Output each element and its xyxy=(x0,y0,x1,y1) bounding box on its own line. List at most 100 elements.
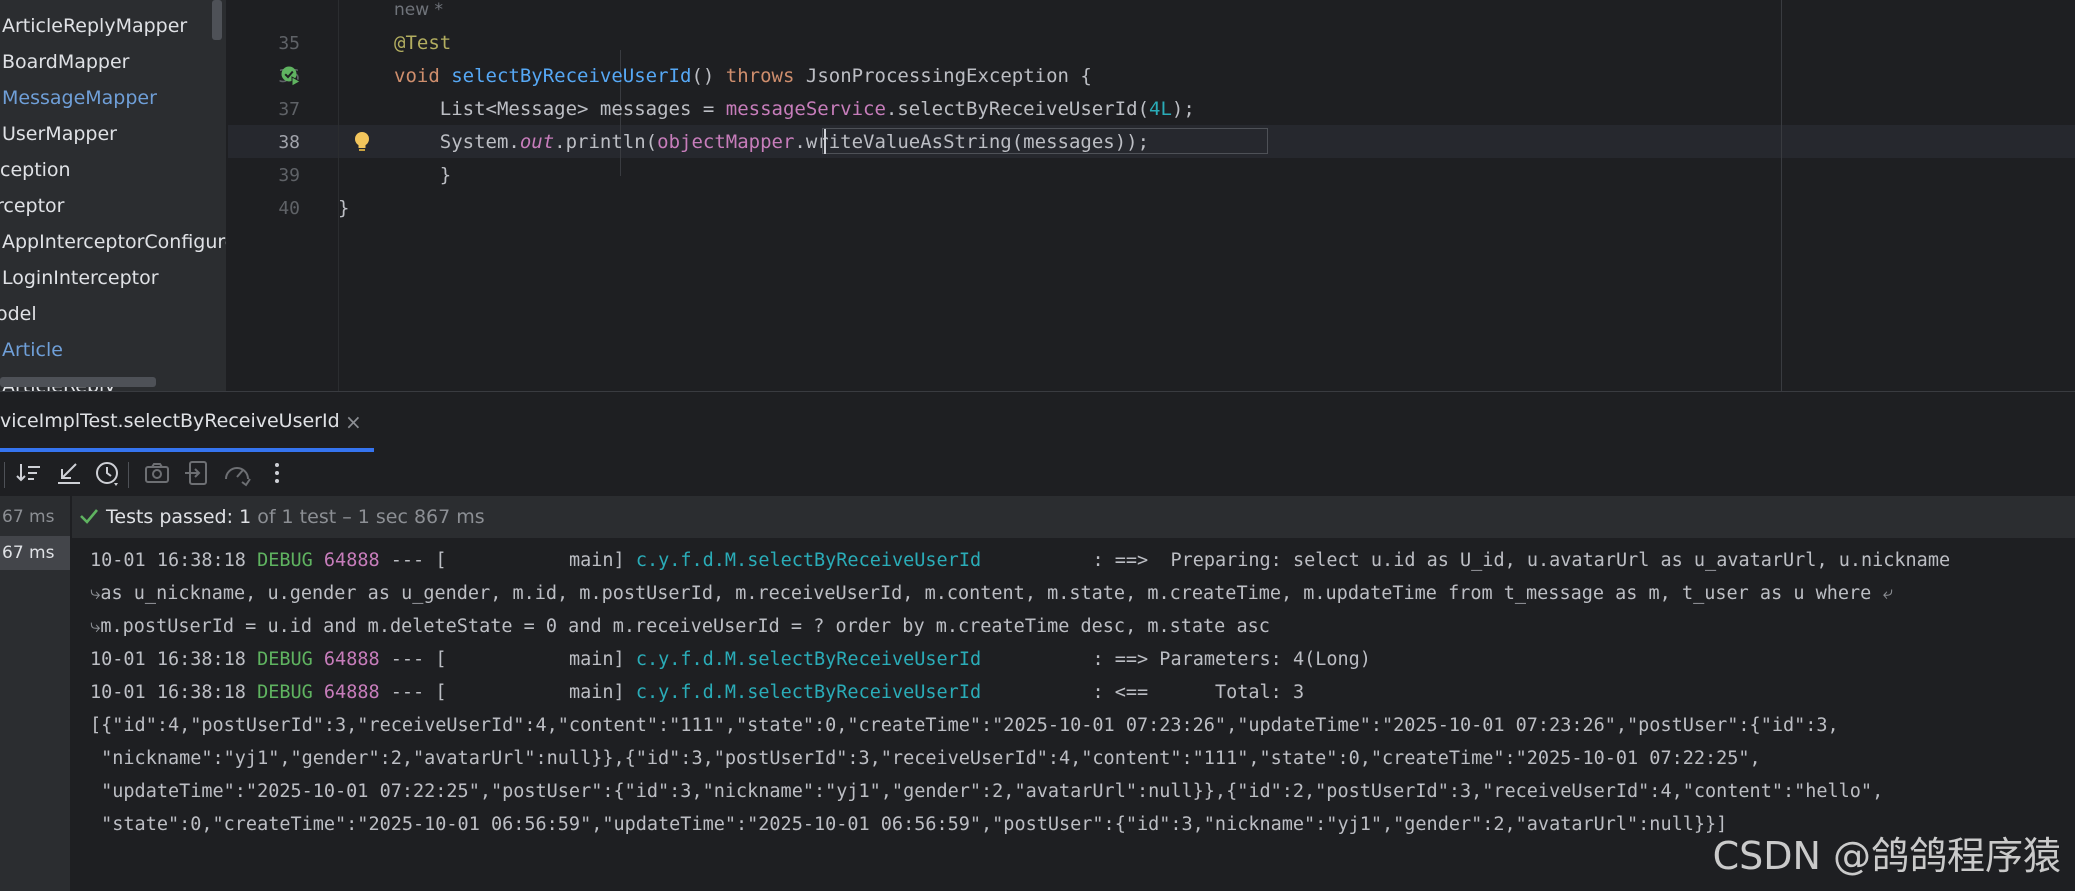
log-timestamp: 10-01 16:38:18 xyxy=(90,682,246,703)
status-label: Tests passed: xyxy=(106,506,234,528)
code-line-35: @Test xyxy=(394,27,451,60)
tree-item-label: ArticleReplyMapper xyxy=(2,15,188,37)
log-thread: --- [ main] xyxy=(379,550,636,571)
more-options-icon[interactable] xyxy=(262,458,292,488)
right-margin-guide xyxy=(1781,0,1782,391)
log-thread: --- [ main] xyxy=(379,649,636,670)
log-message: : ==> Parameters: 4(Long) xyxy=(981,649,1371,670)
import-tests-icon[interactable] xyxy=(54,458,84,488)
json-output-line: [{"id":4,"postUserId":3,"receiveUserId":… xyxy=(90,715,1839,736)
test-duration: 67 ms xyxy=(2,543,55,563)
run-toolbar xyxy=(0,452,2075,496)
tree-item-logininterceptor[interactable]: LoginInterceptor xyxy=(2,260,159,296)
tree-item-label: UserMapper xyxy=(2,123,117,145)
editor-gutter: 35 36 37 38 39 40 xyxy=(228,0,338,391)
code-token: () xyxy=(691,65,715,87)
line-number: 38 xyxy=(278,132,300,153)
code-line-40: } xyxy=(338,192,349,225)
run-test-gutter-icon[interactable] xyxy=(280,65,302,87)
log-pid: 64888 xyxy=(323,649,380,670)
usage-hint: new * xyxy=(394,0,444,20)
tree-item-label: rceptor xyxy=(0,195,65,217)
camera-icon[interactable] xyxy=(142,458,172,488)
line-number: 35 xyxy=(278,33,300,54)
keyword-token: throws xyxy=(725,65,795,87)
field-token: messageService xyxy=(725,98,886,120)
log-timestamp: 10-01 16:38:18 xyxy=(90,649,246,670)
log-logger-link[interactable]: c.y.f.d.M.selectByReceiveUserId xyxy=(636,649,981,670)
code-editor[interactable]: 35 36 37 38 39 40 new * @Test void selec… xyxy=(228,0,2075,391)
log-pid: 64888 xyxy=(323,682,380,703)
lightbulb-icon[interactable] xyxy=(352,130,372,154)
test-tree-item[interactable]: 67 ms xyxy=(0,536,70,570)
tree-item-interceptor-folder[interactable]: rceptor xyxy=(0,188,64,224)
log-message: : <== Total: 3 xyxy=(981,682,1305,703)
test-results-tree: 67 ms 67 ms xyxy=(0,496,70,891)
static-field-token: out xyxy=(519,131,555,153)
tree-item-articlereplymapper[interactable]: ArticleReplyMapper xyxy=(2,8,187,44)
code-token: } xyxy=(338,197,350,219)
close-icon[interactable]: × xyxy=(345,410,362,434)
test-tree-item[interactable]: 67 ms xyxy=(0,500,70,534)
tree-item-messagemapper[interactable]: MessageMapper xyxy=(2,80,157,116)
tree-item-label: ception xyxy=(0,159,71,181)
test-status-bar: Tests passed: 1 of 1 test – 1 sec 867 ms xyxy=(72,496,2075,538)
tree-item-label: Article xyxy=(2,339,63,361)
log-message: : ==> Preparing: select u.id as U_id, u.… xyxy=(981,550,1951,571)
toolbar-separator xyxy=(128,462,129,488)
tree-item-exception-folder[interactable]: ception xyxy=(0,152,71,188)
tree-horizontal-scrollbar[interactable] xyxy=(0,377,156,387)
soft-wrap-icon: ⤷ xyxy=(90,583,101,604)
csdn-watermark: CSDN @鸽鸽程序猿 xyxy=(1712,834,2061,878)
check-icon xyxy=(78,505,100,527)
log-pid: 64888 xyxy=(323,550,380,571)
soft-wrap-icon: ⤶ xyxy=(1882,583,1893,604)
json-output-line: "state":0,"createTime":"2025-10-01 06:56… xyxy=(90,814,1728,835)
tree-item-label: MessageMapper xyxy=(2,87,157,109)
code-line-39: } xyxy=(394,159,451,192)
run-tab[interactable]: viceImplTest.selectByReceiveUserId xyxy=(0,410,340,442)
json-output-line: "updateTime":"2025-10-01 07:22:25","post… xyxy=(90,781,1884,802)
annotation-token: @Test xyxy=(394,32,452,54)
tree-item-label: AppInterceptorConfigure xyxy=(2,231,226,253)
field-token: objectMapper xyxy=(657,131,795,153)
code-token: JsonProcessingException { xyxy=(805,65,1092,87)
test-status-text: Tests passed: 1 of 1 test – 1 sec 867 ms xyxy=(106,496,485,538)
sort-icon[interactable] xyxy=(14,458,44,488)
log-logger-link[interactable]: c.y.f.d.M.selectByReceiveUserId xyxy=(636,550,981,571)
soft-wrap-icon: ⤷ xyxy=(90,616,101,637)
coverage-gauge-icon[interactable] xyxy=(222,458,252,488)
text-caret xyxy=(824,129,826,154)
tree-item-appinterceptorconfigure[interactable]: AppInterceptorConfigure xyxy=(2,224,226,260)
log-timestamp: 10-01 16:38:18 xyxy=(90,550,246,571)
line-number: 37 xyxy=(278,99,300,120)
code-token: System. xyxy=(439,131,520,153)
log-level: DEBUG xyxy=(257,682,313,703)
log-logger-link[interactable]: c.y.f.d.M.selectByReceiveUserId xyxy=(636,682,981,703)
run-tool-window: viceImplTest.selectByReceiveUserId × 67 … xyxy=(0,391,2075,891)
tree-vertical-scrollbar[interactable] xyxy=(212,0,222,40)
export-icon[interactable] xyxy=(182,458,212,488)
tree-item-label: LoginInterceptor xyxy=(2,267,159,289)
tree-item-boardmapper[interactable]: BoardMapper xyxy=(2,44,130,80)
history-icon[interactable] xyxy=(92,458,122,488)
log-line-wrapped: ⤷as u_nickname, u.gender as u_gender, m.… xyxy=(90,577,1893,610)
tree-item-article[interactable]: Article xyxy=(2,332,63,368)
code-line-37: List<Message> messages = messageService.… xyxy=(394,93,1195,126)
log-level: DEBUG xyxy=(257,550,313,571)
tree-item-label: BoardMapper xyxy=(2,51,130,73)
log-line: 10-01 16:38:18 DEBUG 64888 --- [ main] c… xyxy=(90,676,1304,709)
tree-item-model-folder[interactable]: odel xyxy=(0,296,37,332)
tree-item-usermapper[interactable]: UserMapper xyxy=(2,116,117,152)
toolbar-separator xyxy=(4,462,5,488)
code-line-36: void selectByReceiveUserId() throws Json… xyxy=(394,60,1092,93)
code-token: .selectByReceiveUserId( xyxy=(885,98,1150,120)
method-usage-highlight xyxy=(822,128,1268,154)
method-name-token: selectByReceiveUserId xyxy=(451,65,692,87)
code-token: .println( xyxy=(554,131,658,153)
log-thread: --- [ main] xyxy=(379,682,636,703)
log-message: as u_nickname, u.gender as u_gender, m.i… xyxy=(100,583,1872,604)
status-detail: of 1 test – 1 sec 867 ms xyxy=(257,506,485,528)
number-token: 4L xyxy=(1149,98,1172,120)
test-duration: 67 ms xyxy=(2,507,55,527)
